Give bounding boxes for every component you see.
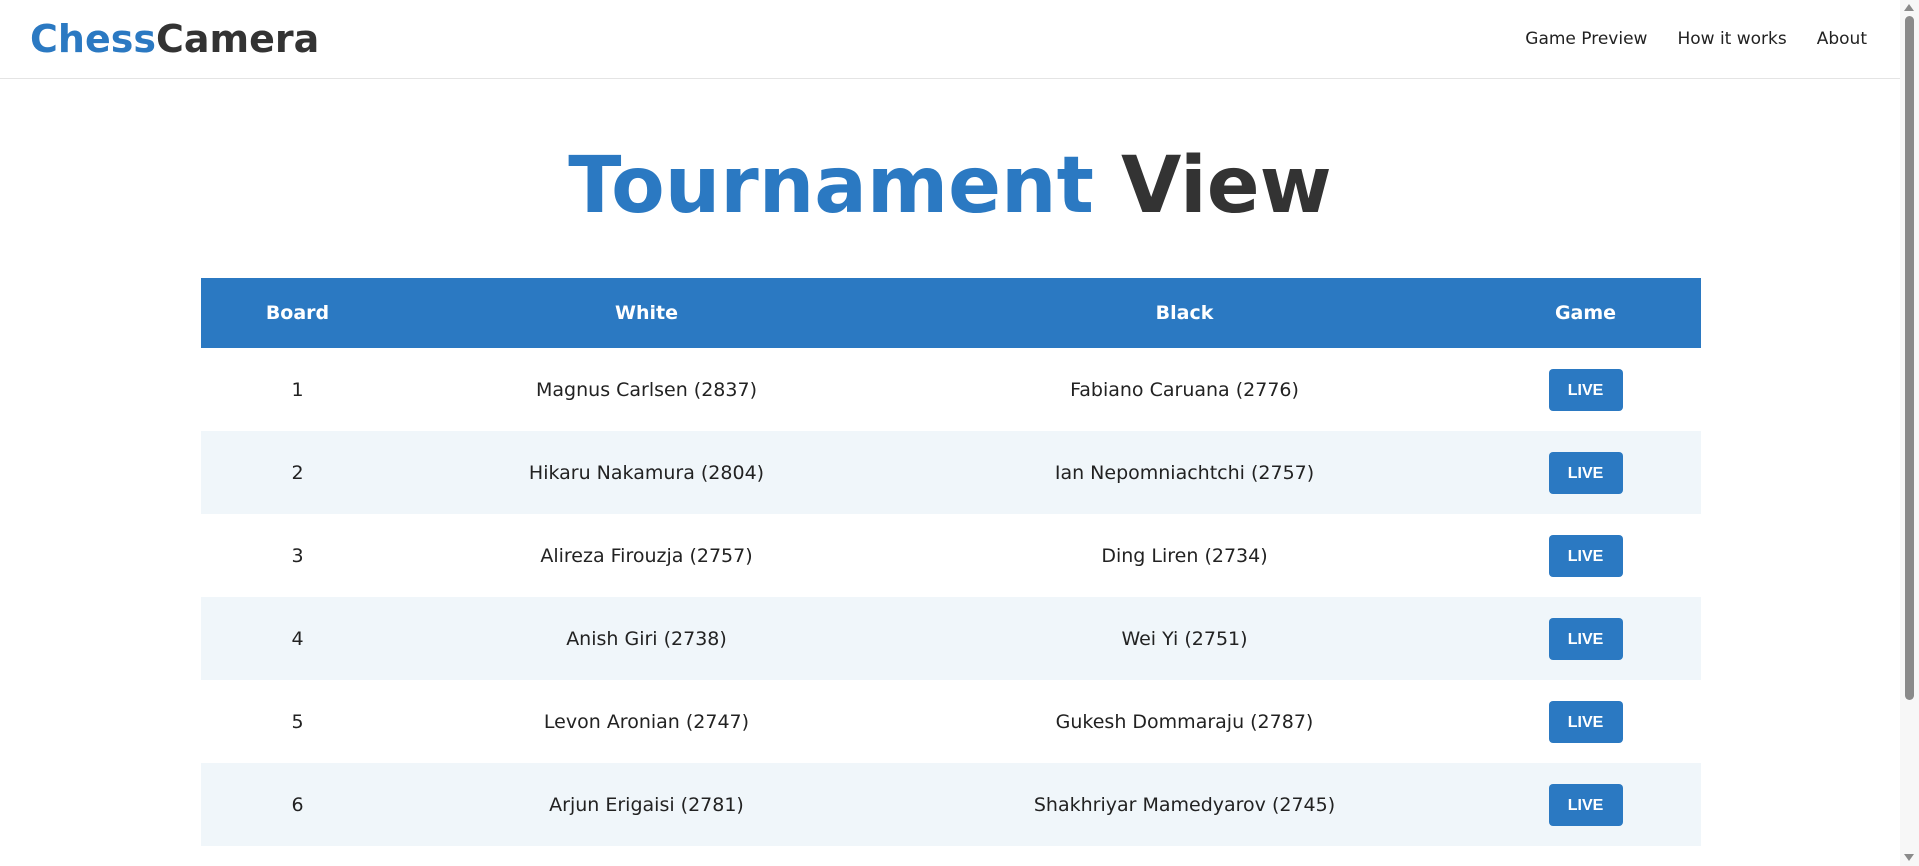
game-cell: LIVE	[1470, 680, 1701, 763]
white-player: Arjun Erigaisi (2781)	[394, 763, 899, 846]
table-row: 4 Anish Giri (2738) Wei Yi (2751) LIVE	[201, 597, 1701, 680]
page: ChessCamera Game Preview How it works Ab…	[0, 0, 1919, 866]
board-number: 3	[201, 514, 394, 597]
column-header-white: White	[394, 278, 899, 348]
page-title-part2: View	[1121, 141, 1332, 231]
white-player: Hikaru Nakamura (2804)	[394, 431, 899, 514]
black-player: Gukesh Dommaraju (2787)	[899, 680, 1470, 763]
table-row: 6 Arjun Erigaisi (2781) Shakhriyar Mamed…	[201, 763, 1701, 846]
board-number: 1	[201, 348, 394, 431]
scrollbar-thumb[interactable]	[1905, 16, 1914, 700]
white-player: Magnus Carlsen (2837)	[394, 348, 899, 431]
white-player: Alireza Firouzja (2757)	[394, 514, 899, 597]
board-number: 6	[201, 763, 394, 846]
live-button[interactable]: LIVE	[1548, 783, 1623, 826]
top-navbar: ChessCamera Game Preview How it works Ab…	[0, 0, 1900, 79]
column-header-black: Black	[899, 278, 1470, 348]
board-number: 2	[201, 431, 394, 514]
page-title-part1: Tournament	[568, 141, 1094, 231]
column-header-game: Game	[1470, 278, 1701, 348]
black-player: Ian Nepomniachtchi (2757)	[899, 431, 1470, 514]
black-player: Ding Liren (2734)	[899, 514, 1470, 597]
scroll-down-arrow-icon[interactable]	[1904, 854, 1914, 861]
live-button[interactable]: LIVE	[1548, 368, 1623, 411]
table-header: Board White Black Game	[201, 278, 1701, 348]
live-button[interactable]: LIVE	[1548, 617, 1623, 660]
game-cell: LIVE	[1470, 514, 1701, 597]
live-button[interactable]: LIVE	[1548, 700, 1623, 743]
game-cell: LIVE	[1470, 597, 1701, 680]
column-header-board: Board	[201, 278, 394, 348]
logo-part-camera: Camera	[155, 17, 320, 61]
scroll-up-arrow-icon[interactable]	[1904, 4, 1914, 11]
game-cell: LIVE	[1470, 431, 1701, 514]
live-button[interactable]: LIVE	[1548, 534, 1623, 577]
main-nav: Game Preview How it works About	[1510, 24, 1882, 54]
nav-about[interactable]: About	[1802, 24, 1882, 54]
game-cell: LIVE	[1470, 763, 1701, 846]
table-row: 5 Levon Aronian (2747) Gukesh Dommaraju …	[201, 680, 1701, 763]
page-title: Tournament View	[0, 138, 1900, 234]
nav-game-preview[interactable]: Game Preview	[1510, 24, 1662, 54]
table-header-row: Board White Black Game	[201, 278, 1701, 348]
table-row: 1 Magnus Carlsen (2837) Fabiano Caruana …	[201, 348, 1701, 431]
tournament-table: Board White Black Game 1 Magnus Carlsen …	[201, 278, 1701, 846]
black-player: Fabiano Caruana (2776)	[899, 348, 1470, 431]
table-row: 3 Alireza Firouzja (2757) Ding Liren (27…	[201, 514, 1701, 597]
live-button[interactable]: LIVE	[1548, 451, 1623, 494]
board-number: 5	[201, 680, 394, 763]
logo-link[interactable]: ChessCamera	[30, 14, 319, 64]
board-number: 4	[201, 597, 394, 680]
white-player: Anish Giri (2738)	[394, 597, 899, 680]
vertical-scrollbar[interactable]	[1900, 0, 1919, 866]
nav-how-it-works[interactable]: How it works	[1662, 24, 1801, 54]
white-player: Levon Aronian (2747)	[394, 680, 899, 763]
table-row: 2 Hikaru Nakamura (2804) Ian Nepomniacht…	[201, 431, 1701, 514]
table-body: 1 Magnus Carlsen (2837) Fabiano Caruana …	[201, 348, 1701, 846]
black-player: Wei Yi (2751)	[899, 597, 1470, 680]
black-player: Shakhriyar Mamedyarov (2745)	[899, 763, 1470, 846]
logo-part-chess: Chess	[30, 17, 156, 61]
game-cell: LIVE	[1470, 348, 1701, 431]
